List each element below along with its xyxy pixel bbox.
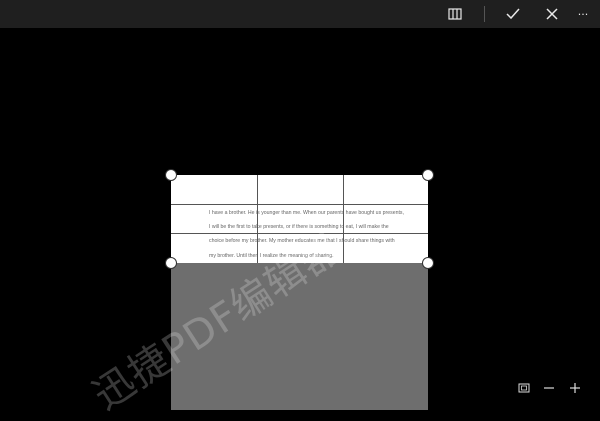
top-toolbar: ··· bbox=[0, 0, 600, 28]
zoom-out-button[interactable] bbox=[539, 378, 559, 398]
zoom-in-button[interactable] bbox=[565, 378, 585, 398]
grid-line-vertical bbox=[257, 175, 258, 263]
crop-handle-bottom-right[interactable] bbox=[422, 257, 434, 269]
accept-crop-button[interactable] bbox=[493, 0, 533, 28]
fit-screen-button[interactable] bbox=[514, 378, 534, 398]
grid-line-vertical bbox=[343, 175, 344, 263]
toolbar-separator bbox=[484, 6, 485, 22]
check-icon bbox=[506, 8, 520, 20]
fit-screen-icon bbox=[518, 383, 530, 393]
split-view-icon bbox=[448, 8, 462, 20]
crop-handle-bottom-left[interactable] bbox=[165, 257, 177, 269]
crop-handle-top-right[interactable] bbox=[422, 169, 434, 181]
zoom-out-icon bbox=[544, 387, 554, 389]
more-icon: ··· bbox=[577, 7, 589, 21]
zoom-in-icon bbox=[570, 383, 580, 393]
split-view-button[interactable] bbox=[435, 0, 475, 28]
more-button[interactable]: ··· bbox=[566, 0, 600, 28]
crop-handle-top-left[interactable] bbox=[165, 169, 177, 181]
close-icon bbox=[546, 8, 558, 20]
grid-line-horizontal bbox=[171, 204, 428, 205]
